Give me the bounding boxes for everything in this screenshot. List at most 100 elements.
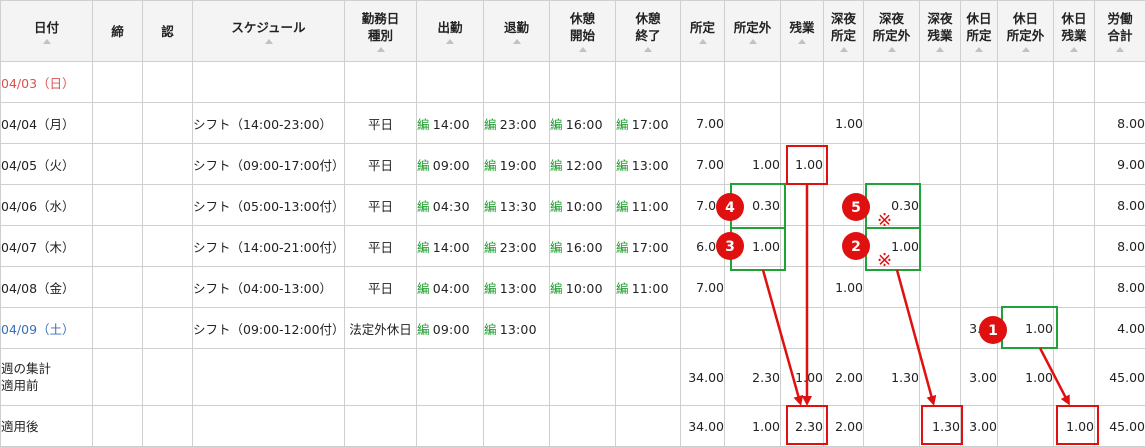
table-row[interactable]: 04/03（日） (0, 61, 1145, 103)
table-row[interactable]: 04/09（土） シフト（09:00-12:00付） 法定外休日編 09:00 編 13:… (0, 307, 1145, 349)
sort-icon[interactable] (975, 47, 983, 52)
clock-in-cell[interactable]: 編 04:30 (416, 184, 484, 226)
column-header-16[interactable]: 休日 所定外 (997, 0, 1054, 62)
daytype-cell (344, 61, 417, 103)
clock-out-cell[interactable]: 編 23:00 (483, 225, 550, 267)
sort-icon[interactable] (839, 47, 848, 52)
sort-icon[interactable] (446, 38, 454, 44)
sort-icon[interactable] (1021, 47, 1030, 52)
sort-icon[interactable] (887, 47, 896, 52)
clock-out-cell[interactable]: 編 13:00 (483, 266, 550, 308)
kj_shoteigai-cell (997, 266, 1054, 308)
summary-label-line: 適用前 (1, 378, 39, 393)
break-end-cell[interactable]: 編 11:00 (615, 184, 681, 226)
sort-icon[interactable] (748, 38, 757, 44)
column-header-label: 労働 (1107, 11, 1133, 26)
break-end-cell-value: 11:00 (631, 280, 669, 296)
summary-zangyo-cell: 1.00 (780, 348, 824, 406)
sort-icon[interactable] (698, 38, 707, 44)
clock-in-cell[interactable]: 編 04:00 (416, 266, 484, 308)
column-header-15[interactable]: 休日 所定 (960, 0, 998, 62)
break-end-cell[interactable]: 編 17:00 (615, 225, 681, 267)
column-header-13[interactable]: 深夜 所定外 (863, 0, 920, 62)
break-start-cell[interactable]: 編 16:00 (549, 102, 616, 144)
schedule-cell: シフト（04:00-13:00） (192, 266, 345, 308)
column-header-4[interactable]: 勤務日 種別 (344, 0, 417, 62)
break-end-cell[interactable]: 編 13:00 (615, 143, 681, 185)
edit-mark: 編 (417, 157, 430, 173)
table-row[interactable]: 04/06（水） シフト（05:00-13:00付） 平日編 04:30 編 13:30 編… (0, 184, 1145, 226)
shoteigai-cell: 0.30 (724, 184, 781, 226)
clock-in-cell[interactable]: 編 09:00 (416, 143, 484, 185)
table-row[interactable]: 04/05（火） シフト（09:00-17:00付） 平日編 09:00 編 19:00 編… (0, 143, 1145, 185)
date-cell[interactable]: 04/09（土） (0, 307, 93, 349)
kj_shoteigai-cell: 1.00 (997, 307, 1054, 349)
sort-icon[interactable] (1070, 47, 1078, 52)
date-cell[interactable]: 04/03（日） (0, 61, 93, 103)
break-start-cell[interactable]: 編 10:00 (549, 184, 616, 226)
clock-out-cell[interactable]: 編 23:00 (483, 102, 550, 144)
clock-in-cell-value: 09:00 (432, 157, 470, 173)
sort-icon[interactable] (936, 47, 944, 52)
clock-in-cell[interactable]: 編 09:00 (416, 307, 484, 349)
sort-icon[interactable] (264, 38, 273, 44)
column-header-label: 休日 (966, 11, 992, 26)
column-header-6[interactable]: 退勤 (483, 0, 550, 62)
kj_shoteigai-cell (997, 184, 1054, 226)
column-header-3[interactable]: スケジュール (192, 0, 345, 62)
sort-icon[interactable] (578, 47, 587, 52)
column-header-label: 休日 (1012, 11, 1038, 26)
break-end-cell[interactable]: 編 11:00 (615, 266, 681, 308)
break-start-cell[interactable]: 編 16:00 (549, 225, 616, 267)
column-header-7[interactable]: 休憩 開始 (549, 0, 616, 62)
break-start-cell[interactable]: 編 10:00 (549, 266, 616, 308)
break-start-cell[interactable]: 編 12:00 (549, 143, 616, 185)
column-header-8[interactable]: 休憩 終了 (615, 0, 681, 62)
clock-out-cell[interactable]: 編 13:30 (483, 184, 550, 226)
clock-out-cell[interactable]: 編 13:00 (483, 307, 550, 349)
shoteigai-cell (724, 102, 781, 144)
column-header-14[interactable]: 深夜 残業 (919, 0, 961, 62)
column-header-label: 合計 (1107, 28, 1133, 43)
sort-icon[interactable] (376, 47, 385, 52)
approve-cell (142, 225, 193, 267)
date-cell[interactable]: 04/05（火） (0, 143, 93, 185)
sort-icon[interactable] (42, 38, 51, 44)
table-row[interactable]: 04/04（月） シフト（14:00-23:00） 平日編 14:00 編 23:00 編 1… (0, 102, 1145, 144)
column-header-11[interactable]: 残業 (780, 0, 824, 62)
column-header-5[interactable]: 出勤 (416, 0, 484, 62)
sh_shoteigai-cell (863, 61, 920, 103)
date-cell[interactable]: 04/06（水） (0, 184, 93, 226)
column-header-0[interactable]: 日付 (0, 0, 93, 62)
summary-total-cell: 45.00 (1094, 348, 1145, 406)
sort-icon[interactable] (644, 47, 652, 52)
date-cell[interactable]: 04/07（木） (0, 225, 93, 267)
summary-shoteigai-cell: 2.30 (724, 348, 781, 406)
sort-icon[interactable] (512, 38, 521, 44)
kj_zangyo-cell (1053, 266, 1095, 308)
column-header-9[interactable]: 所定 (680, 0, 725, 62)
sort-icon[interactable] (798, 38, 806, 44)
close-cell (92, 143, 143, 185)
date-cell[interactable]: 04/08（金） (0, 266, 93, 308)
column-header-label: 所定外 (733, 19, 772, 35)
column-header-2: 認 (142, 0, 193, 62)
sort-icon[interactable] (1116, 47, 1124, 52)
clock-in-cell[interactable]: 編 14:00 (416, 102, 484, 144)
column-header-17[interactable]: 休日 残業 (1053, 0, 1095, 62)
clock-out-cell[interactable]: 編 19:00 (483, 143, 550, 185)
clock-in-cell[interactable]: 編 14:00 (416, 225, 484, 267)
sh_shoteigai-cell (863, 102, 920, 144)
column-header-12[interactable]: 深夜 所定 (823, 0, 864, 62)
break-start-cell-value: 16:00 (565, 116, 603, 132)
table-row[interactable]: 04/07（木） シフト（14:00-21:00付） 平日編 14:00 編 23:00 編… (0, 225, 1145, 267)
shoteigai-cell (724, 266, 781, 308)
column-header-10[interactable]: 所定外 (724, 0, 781, 62)
break-start-cell (549, 61, 616, 103)
column-header-18[interactable]: 労働 合計 (1094, 0, 1145, 62)
break-end-cell[interactable]: 編 17:00 (615, 102, 681, 144)
edit-mark: 編 (616, 198, 629, 214)
table-row[interactable]: 04/08（金） シフト（04:00-13:00） 平日編 04:00 編 13:00 編 1… (0, 266, 1145, 308)
date-cell[interactable]: 04/04（月） (0, 102, 93, 144)
column-header-label: 所定 (689, 19, 715, 35)
